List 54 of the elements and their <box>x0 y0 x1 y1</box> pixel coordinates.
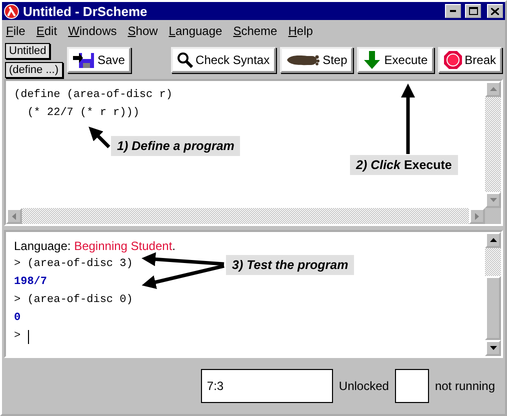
result-line: 198/7 <box>14 275 48 290</box>
annotation-label: 3) Test the program <box>226 255 354 275</box>
vertical-scrollbar[interactable] <box>485 81 501 208</box>
break-button[interactable]: Break <box>438 47 502 73</box>
check-syntax-button[interactable]: Check Syntax <box>170 47 276 73</box>
menu-item[interactable]: Windows <box>68 24 117 38</box>
close-button[interactable] <box>487 4 503 18</box>
lock-status: Unlocked <box>338 379 389 393</box>
maximize-icon <box>468 7 478 15</box>
right-arrow-icon <box>475 212 479 220</box>
save-button[interactable]: Save <box>66 47 131 73</box>
minimize-button[interactable] <box>445 4 461 18</box>
menu-item[interactable]: Show <box>128 24 158 38</box>
input-line: > (area-of-disc 3) <box>14 257 133 272</box>
arrow <box>88 126 110 148</box>
menu-item[interactable]: Scheme <box>233 24 278 38</box>
down-arrow-icon <box>490 346 496 350</box>
annotation-label: 2) Click Execute <box>350 155 458 175</box>
down-arrow-icon <box>490 198 496 202</box>
up-arrow-icon <box>490 238 496 242</box>
annotation-label: 1) Define a program <box>111 136 240 156</box>
result-line: 0 <box>14 311 21 326</box>
text-cursor-icon <box>26 330 30 344</box>
down-arrow-icon <box>363 51 382 69</box>
close-icon <box>491 8 499 14</box>
code-line: (* 22/7 (* r r))) <box>26 106 140 121</box>
menu-item[interactable]: Edit <box>36 24 58 38</box>
left-arrow-icon <box>12 212 16 220</box>
menu-item[interactable]: File <box>6 24 26 38</box>
stop-sign-icon <box>444 51 462 69</box>
input-line: > (area-of-disc 0) <box>14 293 133 308</box>
foot-icon <box>286 53 320 67</box>
magnifier-icon <box>176 52 193 68</box>
running-status: not running <box>434 379 495 393</box>
definitions-button[interactable]: (define ...) <box>5 62 63 78</box>
prompt-symbol: > <box>14 329 21 344</box>
window-title: Untitled - DrScheme <box>23 4 148 18</box>
status-box <box>394 369 429 403</box>
step-button[interactable]: Step <box>280 47 354 73</box>
minimize-icon <box>450 10 456 12</box>
floppy-disk-icon <box>72 51 95 69</box>
execute-button[interactable]: Execute <box>357 47 434 73</box>
lambda-logo-icon <box>4 4 19 18</box>
menu-item[interactable]: Help <box>288 24 313 38</box>
vertical-scrollbar[interactable] <box>485 232 501 356</box>
language-line: Language: Beginning Student. <box>14 238 177 255</box>
scrollbar-corner <box>485 208 501 224</box>
code-line: (define (area-of-disc r) <box>14 88 172 103</box>
position-field: 7:3 <box>200 369 333 403</box>
definitions-button[interactable]: Untitled <box>5 42 50 58</box>
menu-item[interactable]: Language <box>168 24 222 38</box>
arrow <box>401 84 415 154</box>
up-arrow-icon <box>490 87 496 91</box>
maximize-button[interactable] <box>465 4 481 18</box>
